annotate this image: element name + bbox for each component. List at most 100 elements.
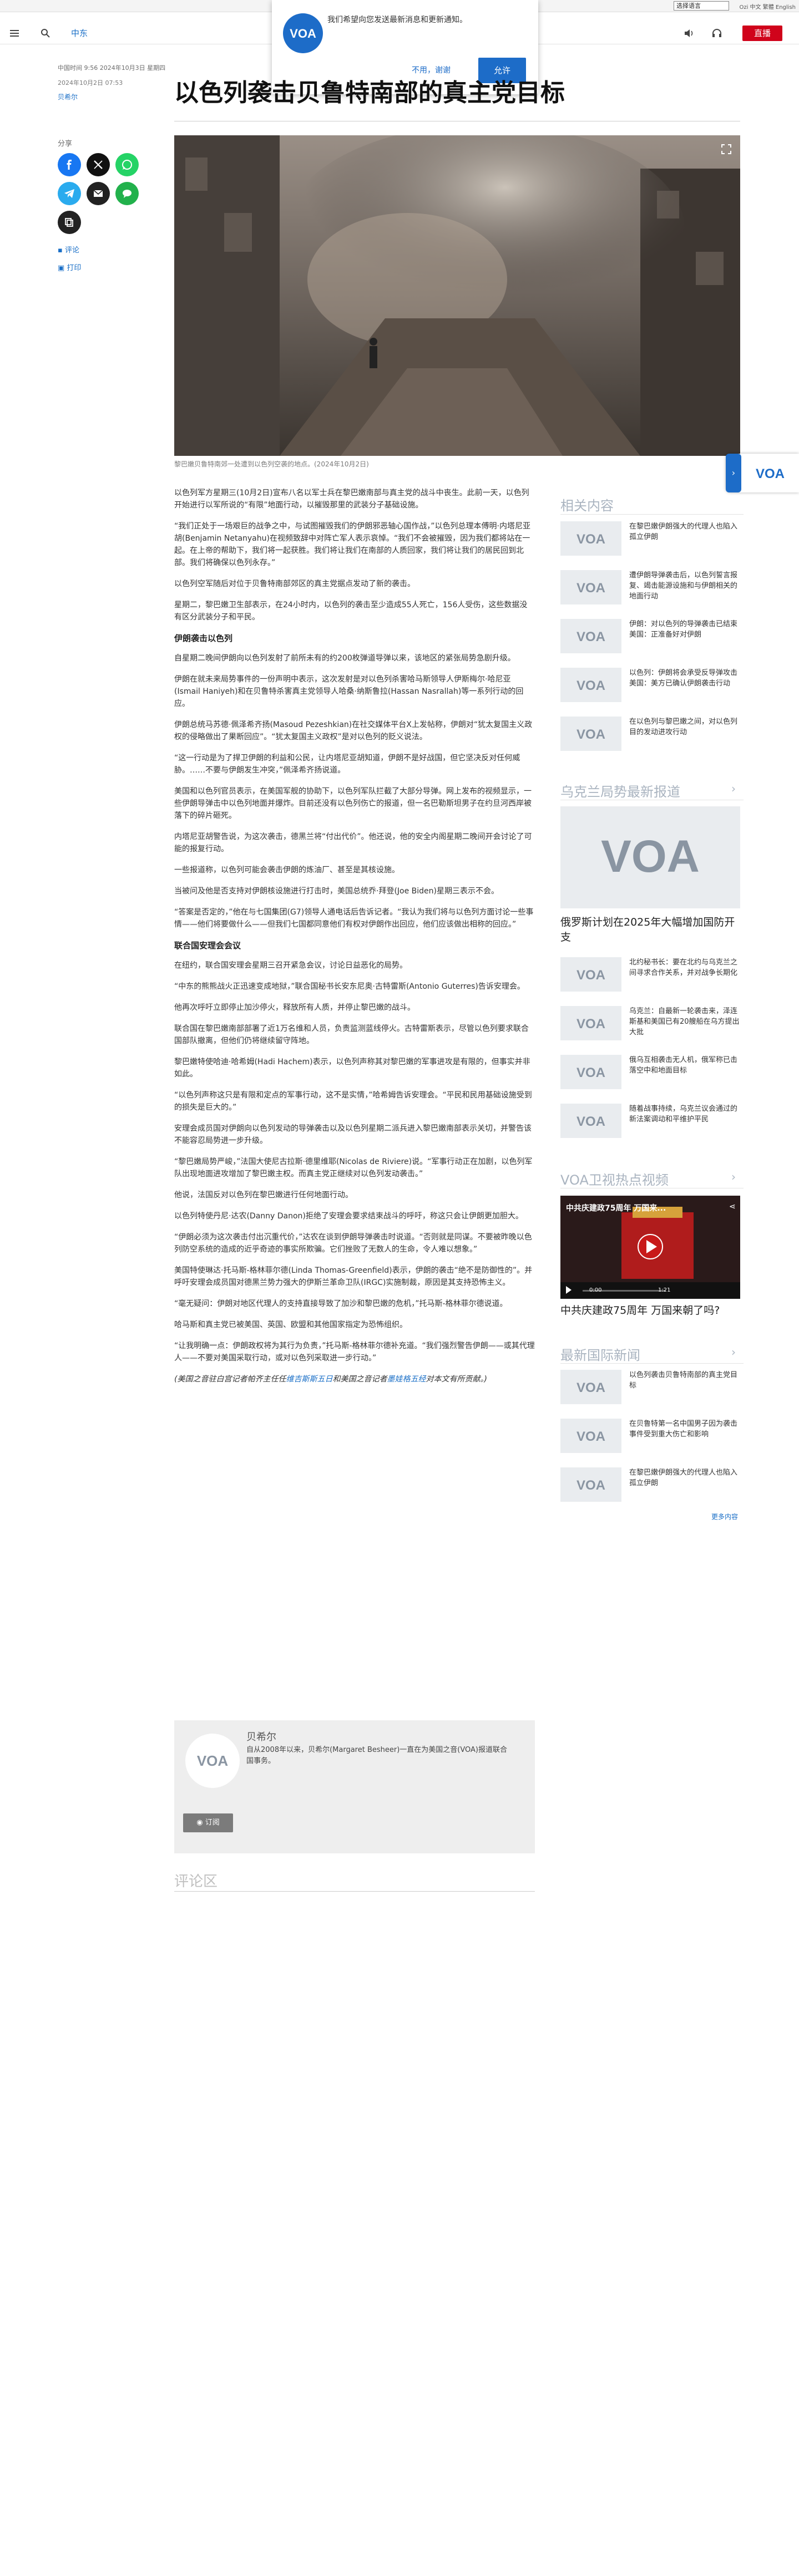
paragraph: “答案是否定的，”他在与七国集团(G7)领导人通电话后告诉记者。“我认为我们将与… xyxy=(174,908,534,929)
list-item-title[interactable]: 以色列袭击贝鲁特南部的真主党目标 xyxy=(629,1370,743,1404)
author-name[interactable]: 贝希尔 xyxy=(246,1729,276,1744)
thumbnail[interactable]: VOA xyxy=(560,1104,621,1138)
author-link[interactable]: 贝希尔 xyxy=(58,92,78,101)
share-label: 分享 xyxy=(58,140,73,148)
menu-icon[interactable] xyxy=(9,28,20,39)
video-heading[interactable]: VOA卫视热点视频 xyxy=(560,1169,669,1188)
thumbnail[interactable]: VOA xyxy=(560,570,621,604)
copy-link-button[interactable] xyxy=(58,211,81,234)
ukraine-heading[interactable]: 乌克兰局势最新报道 xyxy=(560,781,680,800)
svg-text:VOA: VOA xyxy=(577,1478,605,1492)
list-item[interactable]: VOA 以色列：伊朗将会承受反导弹攻击 美国：美方已确认伊朗袭击行动 xyxy=(560,668,744,702)
share-icon[interactable]: ⋖ xyxy=(729,1202,736,1211)
headphone-icon[interactable] xyxy=(711,28,722,39)
print-icon: ▣ xyxy=(58,264,67,272)
list-item-title[interactable]: 乌克兰：自最新一轮袭击来，泽连斯基和美国已有20艘船在乌方提出大批 xyxy=(629,1006,743,1040)
language-select[interactable]: 选择语言 xyxy=(674,1,729,11)
ukraine-list: VOA 北约秘书长：要在北约与乌克兰之间寻求合作关系，并对战争长期化 VOA 乌克兰：… xyxy=(560,957,744,1152)
list-item[interactable]: VOA 乌克兰：自最新一轮袭击来，泽连斯基和美国已有20艘船在乌方提出大批 xyxy=(560,1006,744,1040)
telegram-icon xyxy=(64,189,74,198)
language-links[interactable]: Ozi 中文 繁體 English xyxy=(739,2,796,11)
whatsapp-share-button[interactable] xyxy=(115,153,139,176)
list-item[interactable]: VOA 遭伊朗导弹袭击后，以色列誓言报复、竭击能源设施和与伊朗相关的地面行动 xyxy=(560,570,744,604)
list-item-title[interactable]: 北约秘书长：要在北约与乌克兰之间寻求合作关系，并对战争长期化 xyxy=(629,957,743,992)
email-share-button[interactable] xyxy=(87,182,110,205)
list-item-title[interactable]: 以色列：伊朗将会承受反导弹攻击 美国：美方已确认伊朗袭击行动 xyxy=(629,668,743,702)
contributor-link[interactable]: 维吉斯斯五日 xyxy=(286,1375,332,1384)
paragraph: 以色列特使丹尼·达农(Danny Danon)拒绝了安理会要求结束战斗的呼吁，称… xyxy=(174,1212,523,1221)
list-item[interactable]: VOA 在黎巴嫩伊朗强大的代理人也陷入孤立伊朗 xyxy=(560,1467,744,1502)
thumbnail[interactable]: VOA xyxy=(560,619,621,653)
thumbnail[interactable]: VOA xyxy=(560,1370,621,1404)
thumbnail[interactable]: VOA xyxy=(560,668,621,702)
list-item[interactable]: VOA 随着战事持续，乌克兰议会通过的新法案调动和平维护平民 xyxy=(560,1104,744,1138)
list-item[interactable]: VOA 在黎巴嫩伊朗强大的代理人也陷入孤立伊朗 xyxy=(560,521,744,556)
list-item-title[interactable]: 随着战事持续，乌克兰议会通过的新法案调动和平维护平民 xyxy=(629,1104,743,1138)
note-text: 对本文有所贡献。) xyxy=(426,1375,487,1384)
print-link[interactable]: ▣ 打印 xyxy=(58,262,81,272)
list-item-title[interactable]: 俄乌互相袭击无人机，俄军称已击落空中和地面目标 xyxy=(629,1055,743,1089)
svg-text:VOA: VOA xyxy=(577,1114,605,1129)
list-item[interactable]: VOA 以色列袭击贝鲁特南部的真主党目标 xyxy=(560,1370,744,1404)
x-share-button[interactable] xyxy=(87,153,110,176)
comment-link[interactable]: ▪ 评论 xyxy=(58,244,79,255)
copy-icon xyxy=(65,218,73,227)
intl-heading[interactable]: 最新国际新闻 xyxy=(560,1344,640,1364)
contributor-note: (美国之音驻白宫记者帕齐主任任维吉斯斯五日和美国之音记者墨娃格五经对本文有所贡献… xyxy=(174,1373,535,1385)
paragraph: 美国特使琳达·托马斯-格林菲尔德(Linda Thomas-Greenfield… xyxy=(174,1266,533,1287)
more-link[interactable]: 更多内容 xyxy=(711,1512,738,1521)
paragraph: 联合国在黎巴嫩南部部署了近1万名维和人员，负责监测蓝线停火。古特雷斯表示，尽管以… xyxy=(174,1024,529,1045)
subscribe-button[interactable]: ◉ 订阅 xyxy=(183,1813,233,1832)
telegram-share-button[interactable] xyxy=(58,182,81,205)
chevron-right-icon[interactable]: › xyxy=(731,1170,736,1183)
paragraph: 他再次呼吁立即停止加沙停火，释放所有人质，并停止黎巴嫩的战斗。 xyxy=(174,1003,415,1012)
section-link[interactable]: 中东 xyxy=(71,27,88,39)
feature-title[interactable]: 俄罗斯计划在2025年大幅增加国防开支 xyxy=(560,915,740,945)
print-link-label: 打印 xyxy=(67,264,82,272)
paragraph: 安理会成员国对伊朗向以色列发动的导弹袭击以及以色列星期二派兵进入黎巴嫩南部表示关… xyxy=(174,1124,532,1145)
thumbnail[interactable]: VOA xyxy=(560,1419,621,1453)
paragraph: 以色列空军随后对位于贝鲁特南部郊区的真主党据点发动了新的袭击。 xyxy=(174,580,415,588)
paragraph: 星期二，黎巴嫩卫生部表示，在24小时内，以色列的袭击至少造成55人死亡，156人… xyxy=(174,601,528,622)
thumbnail[interactable]: VOA xyxy=(560,957,621,992)
avatar: VOA xyxy=(185,1734,240,1788)
list-item[interactable]: VOA 在贝鲁特第一名中国男子因为袭击事件受到重大伤亡和影响 xyxy=(560,1419,744,1453)
contributor-link[interactable]: 墨娃格五经 xyxy=(387,1375,426,1384)
chevron-right-icon[interactable]: › xyxy=(731,1345,736,1359)
thumbnail[interactable]: VOA xyxy=(560,1467,621,1502)
chevron-right-icon[interactable]: › xyxy=(731,782,736,795)
list-item-title[interactable]: 伊朗：对以色列的导弹袭击已结束 美国：正准备好对伊朗 xyxy=(629,619,743,653)
list-item-title[interactable]: 在以色列与黎巴嫩之间，对以色列目的发动进攻行动 xyxy=(629,717,743,751)
thumbnail[interactable]: VOA xyxy=(560,521,621,556)
list-item[interactable]: VOA 在以色列与黎巴嫩之间，对以色列目的发动进攻行动 xyxy=(560,717,744,751)
facebook-share-button[interactable] xyxy=(58,153,81,176)
search-icon[interactable] xyxy=(40,28,51,39)
list-item-title[interactable]: 在黎巴嫩伊朗强大的代理人也陷入孤立伊朗 xyxy=(629,1467,743,1502)
fullscreen-icon[interactable] xyxy=(719,142,734,156)
floating-voa-tab[interactable]: › VOA xyxy=(726,454,799,492)
live-button[interactable]: 直播 xyxy=(742,26,782,41)
paragraph: “我们正处于一场艰巨的战争之中，与试图摧毁我们的伊朗邪恶轴心国作战，”以色列总理… xyxy=(174,522,530,567)
list-item[interactable]: VOA 北约秘书长：要在北约与乌克兰之间寻求合作关系，并对战争长期化 xyxy=(560,957,744,992)
thumbnail[interactable]: VOA xyxy=(560,1006,621,1040)
volume-icon[interactable] xyxy=(684,28,695,38)
paragraph: “黎巴嫩局势严峻，”法国大使尼古拉斯·德里维耶(Nicolas de Rivie… xyxy=(174,1157,533,1178)
list-item[interactable]: VOA 俄乌互相袭击无人机，俄军称已击落空中和地面目标 xyxy=(560,1055,744,1089)
message-icon xyxy=(123,190,132,198)
thumbnail[interactable]: VOA xyxy=(560,717,621,751)
decline-button[interactable]: 不用，谢谢 xyxy=(412,64,451,75)
svg-text:VOA: VOA xyxy=(577,532,605,546)
list-item-title[interactable]: 在黎巴嫩伊朗强大的代理人也陷入孤立伊朗 xyxy=(629,521,743,556)
feature-image[interactable]: VOA xyxy=(560,806,740,908)
list-item-title[interactable]: 在贝鲁特第一名中国男子因为袭击事件受到重大伤亡和影响 xyxy=(629,1419,743,1453)
updated-date: 中国时间 9:56 2024年10月3日 星期四 xyxy=(58,64,166,72)
list-item[interactable]: VOA 伊朗：对以色列的导弹袭击已结束 美国：正准备好对伊朗 xyxy=(560,619,744,653)
svg-text:VOA: VOA xyxy=(577,581,605,595)
paragraph: 内塔尼亚胡警告说，为这次袭击，德黑兰将“付出代价”。他还说，他的安全内阁星期二晚… xyxy=(174,832,532,853)
svg-text:VOA: VOA xyxy=(577,678,605,693)
sms-share-button[interactable] xyxy=(115,182,139,205)
video-title[interactable]: 中共庆建政75周年 万国来朝了吗? xyxy=(560,1303,740,1318)
svg-text:VOA: VOA xyxy=(577,1429,605,1444)
list-item-title[interactable]: 遭伊朗导弹袭击后，以色列誓言报复、竭击能源设施和与伊朗相关的地面行动 xyxy=(629,570,743,604)
thumbnail[interactable]: VOA xyxy=(560,1055,621,1089)
